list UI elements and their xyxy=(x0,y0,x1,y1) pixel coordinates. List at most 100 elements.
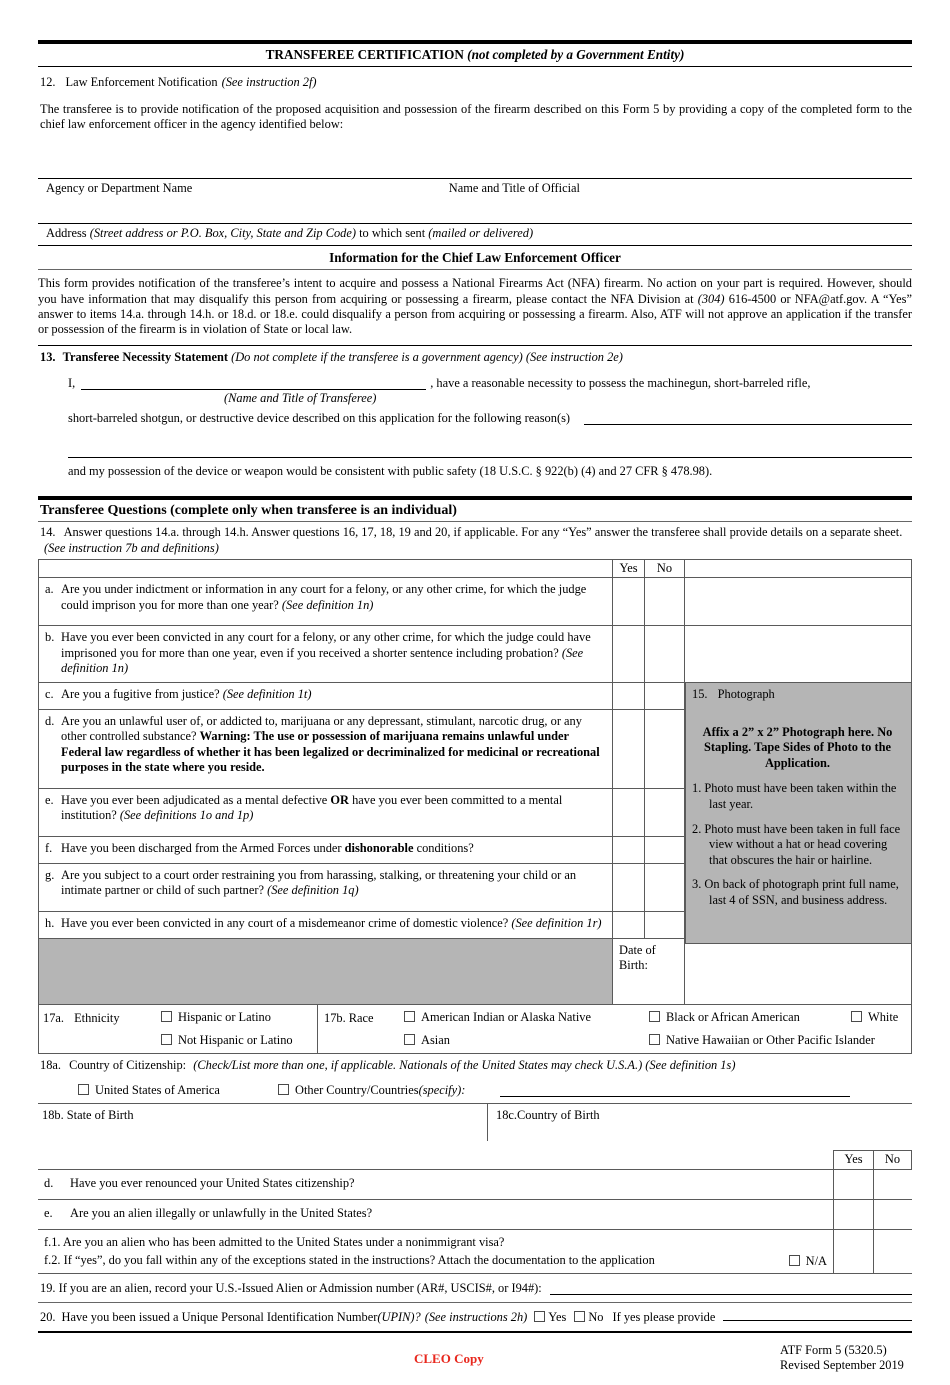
citizenship-label-other: Other Country/Countries xyxy=(295,1082,419,1097)
item-18d-no[interactable] xyxy=(873,1168,912,1200)
race-option-native-hawaiian[interactable]: Native Hawaiian or Other Pacific Islande… xyxy=(649,1033,875,1048)
item-18f-na-option[interactable]: N/A xyxy=(788,1254,827,1269)
country-of-birth-cell[interactable]: 18c.Country of Birth xyxy=(488,1104,912,1141)
race-label-white: White xyxy=(868,1009,899,1024)
bottom-yes-column-header: Yes xyxy=(833,1149,874,1170)
question-b-yes[interactable] xyxy=(612,625,645,683)
question-c-no[interactable] xyxy=(644,681,685,710)
question-h-no[interactable] xyxy=(644,910,685,939)
race-option-asian[interactable]: Asian xyxy=(404,1033,649,1048)
question-f-no[interactable] xyxy=(644,835,685,864)
item-12-label: Law Enforcement Notification xyxy=(65,75,218,89)
question-c-yes[interactable] xyxy=(612,681,645,710)
item-18bc-row: 18b. State of Birth 18c.Country of Birth xyxy=(38,1102,912,1141)
question-d-cell: d. Are you an unlawful user of, or addict… xyxy=(38,708,613,789)
question-g-yes[interactable] xyxy=(612,862,645,912)
question-f-yes[interactable] xyxy=(612,835,645,864)
no-column-header: No xyxy=(644,559,685,579)
item-20-no-option[interactable]: No xyxy=(574,1310,603,1325)
address-entry-space[interactable] xyxy=(38,196,912,223)
item-18d-cell: d. Have you ever renounced your United St… xyxy=(38,1168,834,1200)
item-15-label: Photograph xyxy=(717,687,775,702)
checkbox-other-country[interactable] xyxy=(278,1083,289,1095)
item-18d-letter: d. xyxy=(44,1175,54,1190)
agency-entry-space[interactable] xyxy=(38,132,912,178)
item-14-number: 14. xyxy=(40,525,56,540)
question-c-letter: c. xyxy=(45,686,54,701)
questions-section-title: Transferee Questions (complete only when… xyxy=(40,503,457,519)
checkbox-united-states-of-america[interactable] xyxy=(78,1083,89,1095)
table-row: f.1. Are you an alien who has been admit… xyxy=(38,1228,912,1274)
item-17-row: 17a. Ethnicity Hispanic or Latino Not Hi… xyxy=(38,1004,912,1054)
alien-admission-number-field[interactable] xyxy=(549,1281,912,1295)
item-20-yes-option[interactable]: Yes xyxy=(534,1310,566,1325)
ethnicity-option-not-hispanic[interactable]: Not Hispanic or Latino xyxy=(161,1033,317,1048)
cleo-copy-stamp: CLEO Copy xyxy=(414,1350,484,1366)
item-18e-yes[interactable] xyxy=(833,1198,874,1230)
citizenship-option-usa[interactable]: United States of America xyxy=(78,1083,278,1098)
citizenship-label-usa: United States of America xyxy=(95,1082,220,1097)
question-f-cell: f. Have you been discharged from the Arme… xyxy=(38,835,613,864)
question-b-cell: b. Have you ever been convicted in any co… xyxy=(38,625,613,683)
question-e-yes[interactable] xyxy=(612,787,645,837)
date-of-birth-cell[interactable]: Date of Birth: xyxy=(612,937,685,1005)
question-g-no[interactable] xyxy=(644,862,685,912)
address-note2: (mailed or delivered) xyxy=(428,226,534,241)
checkbox-hispanic-or-latino[interactable] xyxy=(161,1010,172,1022)
table-row: d. Have you ever renounced your United St… xyxy=(38,1168,912,1200)
item-17a-label-cell: 17a. Ethnicity xyxy=(39,1005,161,1053)
checkbox-american-indian-or-alaska-native[interactable] xyxy=(404,1010,415,1022)
item-18f-yes[interactable] xyxy=(833,1228,874,1274)
page-title-text: TRANSFEREE CERTIFICATION xyxy=(265,47,464,62)
question-d-yes[interactable] xyxy=(612,708,645,789)
item-17b-label: 17b. Race xyxy=(324,1010,374,1025)
table-row: Date of Birth: xyxy=(38,937,912,1005)
upin-field[interactable] xyxy=(723,1309,912,1321)
necessity-reason-field-1[interactable] xyxy=(584,411,912,426)
question-h-yes[interactable] xyxy=(612,910,645,939)
item-13-title: Transferee Necessity Statement xyxy=(62,350,228,365)
item-18d-yes[interactable] xyxy=(833,1168,874,1200)
citizenship-option-other[interactable]: Other Country/Countries(specify): xyxy=(278,1083,500,1098)
race-label-asian: Asian xyxy=(421,1032,450,1047)
checkbox-white[interactable] xyxy=(851,1010,862,1022)
item-13-note2: (See instruction 2e) xyxy=(525,350,623,365)
checkbox-not-hispanic-or-latino[interactable] xyxy=(161,1033,172,1045)
race-label-native-hawaiian: Native Hawaiian or Other Pacific Islande… xyxy=(666,1032,875,1047)
bottom-header-blank xyxy=(38,1150,834,1170)
item-18e-no[interactable] xyxy=(873,1198,912,1230)
question-h-note: (See definition 1r) xyxy=(511,915,602,930)
question-e-no[interactable] xyxy=(644,787,685,837)
checkbox-na[interactable] xyxy=(788,1255,800,1267)
question-d-no[interactable] xyxy=(644,708,685,789)
checkbox-upin-no[interactable] xyxy=(574,1310,586,1322)
ethnicity-option-hispanic[interactable]: Hispanic or Latino xyxy=(161,1010,317,1025)
question-a-yes[interactable] xyxy=(612,577,645,627)
photo-requirement-1: 1. Photo must have been taken within the… xyxy=(692,781,897,811)
checkbox-native-hawaiian-or-pacific-islander[interactable] xyxy=(649,1033,660,1045)
question-a-cell: a. Are you under indictment or informatio… xyxy=(38,577,613,627)
other-country-field[interactable] xyxy=(500,1083,850,1097)
checkbox-black-or-african-american[interactable] xyxy=(649,1010,660,1022)
item-18e-cell: e. Are you an alien illegally or unlawful… xyxy=(38,1198,834,1230)
race-option-american-indian[interactable]: American Indian or Alaska Native xyxy=(404,1010,649,1025)
item-18f-no[interactable] xyxy=(873,1228,912,1274)
question-a-no[interactable] xyxy=(644,577,685,627)
race-option-white[interactable]: White xyxy=(851,1010,898,1025)
page-footer: CLEO Copy ATF Form 5 (5320.5) Revised Se… xyxy=(38,1333,912,1385)
state-of-birth-cell[interactable]: 18b. State of Birth xyxy=(38,1103,488,1141)
spacer xyxy=(684,577,912,627)
item-13-blank-caption: (Name and Title of Transferee) xyxy=(224,391,377,406)
transferee-name-field[interactable] xyxy=(81,376,427,391)
item-20-no-label: No xyxy=(588,1309,604,1324)
table-row: e. Are you an alien illegally or unlawful… xyxy=(38,1198,912,1230)
checkbox-asian[interactable] xyxy=(404,1033,415,1045)
question-c-note: (See definition 1t) xyxy=(222,686,312,701)
question-b-no[interactable] xyxy=(644,625,685,683)
necessity-reason-field-2[interactable] xyxy=(68,442,912,459)
race-option-black[interactable]: Black or African American xyxy=(649,1010,851,1025)
item-20-text: Have you been issued a Unique Personal I… xyxy=(61,1309,378,1324)
checkbox-upin-yes[interactable] xyxy=(534,1310,546,1322)
question-f-text-pre: Have you been discharged from the Armed … xyxy=(61,840,345,855)
shaded-reserved-block xyxy=(38,937,613,1005)
